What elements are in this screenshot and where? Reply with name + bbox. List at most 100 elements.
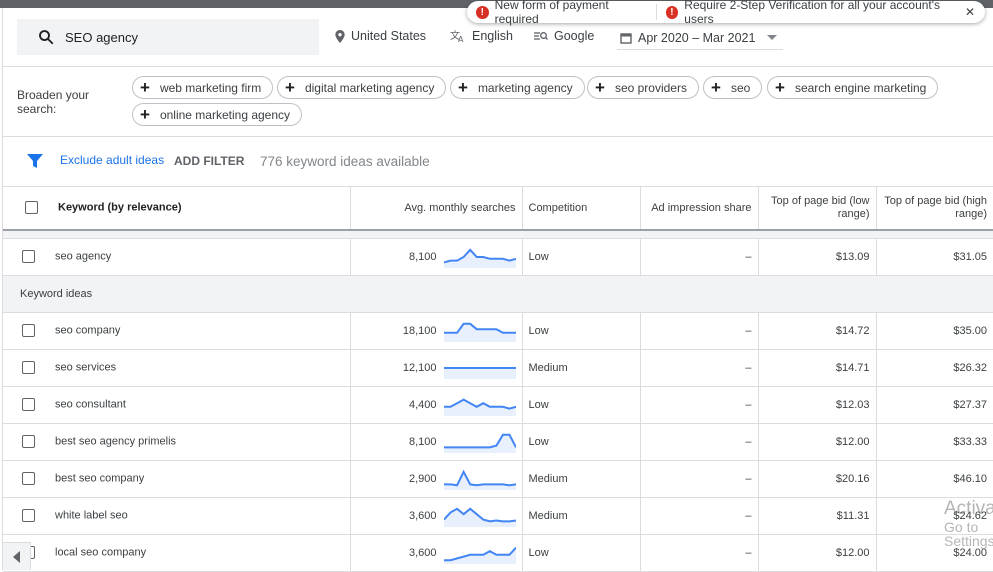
trend-sparkline[interactable]: [443, 357, 516, 379]
trend-sparkline[interactable]: [443, 246, 516, 268]
search-icon: [39, 30, 54, 45]
keyword-text[interactable]: best seo agency primelis: [55, 436, 176, 448]
column-bid-high[interactable]: Top of page bid (high range): [875, 187, 993, 231]
keyword-cell: seo consultant: [3, 386, 350, 424]
language-label: English: [472, 29, 513, 43]
plus-icon: +: [711, 78, 721, 97]
broaden-search-section: Broaden your search: + web marketing firm…: [3, 67, 993, 137]
trend-sparkline[interactable]: [443, 320, 516, 342]
column-label: Keyword (by relevance): [58, 201, 182, 214]
select-all-checkbox[interactable]: [25, 201, 38, 215]
date-range-selector[interactable]: Apr 2020 – Mar 2021: [617, 26, 783, 50]
keyword-text[interactable]: seo services: [55, 362, 116, 374]
row-checkbox[interactable]: [22, 398, 35, 411]
bid-high-cell: $46.10: [875, 460, 993, 498]
table-row[interactable]: local seo company 3,600 Low – $12.00 $24.00: [3, 534, 993, 572]
keyword-text[interactable]: best seo company: [55, 473, 144, 485]
filter-icon[interactable]: [27, 153, 43, 169]
searches-cell: 3,600: [349, 497, 522, 535]
chip-marketing-agency[interactable]: + marketing agency: [450, 76, 585, 99]
notification-payment[interactable]: New form of payment required: [495, 0, 652, 26]
row-checkbox[interactable]: [22, 435, 35, 448]
competition-cell: Low: [521, 312, 640, 350]
competition-cell: Medium: [521, 460, 640, 498]
keyword-text[interactable]: local seo company: [55, 547, 146, 559]
chip-seo[interactable]: + seo: [703, 76, 763, 99]
chip-seo-providers[interactable]: + seo providers: [587, 76, 699, 99]
table-row[interactable]: best seo company 2,900 Medium – $20.16 $46.10: [3, 460, 993, 498]
searches-cell: 18,100: [349, 312, 522, 350]
sparkline-line: [443, 469, 516, 486]
chip-label: digital marketing agency: [304, 80, 435, 95]
chip-online-marketing-agency[interactable]: + online marketing agency: [132, 103, 303, 126]
bid-low-cell: $11.31: [757, 497, 876, 535]
bid-high-cell: $27.37: [875, 386, 993, 424]
bid-high-cell: $24.62: [875, 497, 993, 535]
notification-bar: ! New form of payment required ! Require…: [467, 0, 985, 26]
column-keyword[interactable]: Keyword (by relevance): [3, 187, 350, 231]
add-filter-button[interactable]: ADD FILTER: [174, 154, 244, 168]
date-range-label: Apr 2020 – Mar 2021: [638, 30, 756, 45]
bid-low-cell: $14.72: [757, 312, 876, 350]
column-bid-low[interactable]: Top of page bid (low range): [757, 187, 876, 231]
group-header-row: Keyword ideas: [3, 275, 993, 313]
keyword-text[interactable]: seo consultant: [55, 399, 126, 411]
table-row[interactable]: seo consultant 4,400 Low – $12.03 $27.37: [3, 386, 993, 424]
row-checkbox[interactable]: [22, 361, 35, 374]
column-ad-impression-share[interactable]: Ad impression share: [639, 187, 758, 231]
trend-sparkline[interactable]: [443, 505, 516, 527]
chip-web-marketing-firm[interactable]: + web marketing firm: [132, 76, 274, 99]
notification-2sv[interactable]: Require 2-Step Verification for all your…: [684, 0, 965, 26]
bid-high-cell: $33.33: [875, 423, 993, 461]
table-row[interactable]: best seo agency primelis 8,100 Low – $12.00 $…: [3, 423, 993, 461]
trend-sparkline[interactable]: [443, 542, 516, 564]
location-pin-icon: [335, 29, 345, 43]
row-checkbox[interactable]: [22, 324, 35, 337]
exclude-adult-ideas-filter[interactable]: Exclude adult ideas: [60, 153, 164, 167]
trend-sparkline[interactable]: [443, 394, 516, 416]
search-query[interactable]: SEO agency: [65, 30, 138, 45]
table-row[interactable]: seo services 12,100 Medium – $14.71 $26.32: [3, 349, 993, 387]
trend-sparkline[interactable]: [443, 431, 516, 453]
spacer-row: [3, 230, 993, 239]
column-competition[interactable]: Competition: [521, 187, 640, 231]
keyword-text[interactable]: seo agency: [55, 251, 111, 263]
network-selector[interactable]: Google: [534, 29, 594, 43]
chip-digital-marketing-agency[interactable]: + digital marketing agency: [277, 76, 447, 99]
keyword-cell: best seo agency primelis: [3, 423, 350, 461]
competition-cell: Low: [521, 238, 640, 276]
column-avg-monthly-searches[interactable]: Avg. monthly searches: [349, 187, 522, 231]
row-checkbox[interactable]: [22, 509, 35, 522]
avg-searches-value: 3,600: [408, 509, 437, 522]
table-row[interactable]: seo company 18,100 Low – $14.72 $35.00: [3, 312, 993, 350]
row-checkbox[interactable]: [22, 250, 35, 263]
close-icon[interactable]: ✕: [965, 5, 975, 19]
broaden-label: Broaden your search:: [17, 88, 90, 116]
table-row[interactable]: white label seo 3,600 Medium – $11.31 $24.62: [3, 497, 993, 535]
avg-searches-value: 2,900: [408, 472, 437, 485]
bid-low-cell: $12.00: [757, 423, 876, 461]
chip-label: web marketing firm: [159, 80, 262, 95]
language-selector[interactable]: 文A English: [450, 29, 513, 43]
filter-row: Exclude adult ideas ADD FILTER 776 keywo…: [3, 137, 993, 187]
keyword-search-box[interactable]: SEO agency: [17, 19, 319, 55]
keyword-text[interactable]: seo company: [55, 325, 120, 337]
plus-icon: +: [285, 78, 295, 97]
sparkline-area: [443, 434, 516, 453]
plus-icon: +: [458, 78, 468, 97]
table-row[interactable]: seo agency 8,100 Low – $13.09 $31.05: [3, 238, 993, 276]
keyword-cell: best seo company: [3, 460, 350, 498]
row-checkbox[interactable]: [22, 472, 35, 485]
competition-cell: Medium: [521, 349, 640, 387]
chip-search-engine-marketing[interactable]: + search engine marketing: [767, 76, 939, 99]
location-label: United States: [351, 29, 427, 43]
bid-high-cell: $31.05: [875, 238, 993, 276]
scroll-left-button[interactable]: [3, 542, 31, 570]
plus-icon: +: [775, 78, 785, 97]
keyword-text[interactable]: white label seo: [55, 510, 128, 522]
avg-searches-value: 12,100: [402, 361, 437, 374]
alert-icon: !: [665, 5, 679, 19]
avg-searches-value: 8,100: [408, 435, 437, 448]
location-selector[interactable]: United States: [335, 29, 426, 43]
trend-sparkline[interactable]: [443, 468, 516, 490]
